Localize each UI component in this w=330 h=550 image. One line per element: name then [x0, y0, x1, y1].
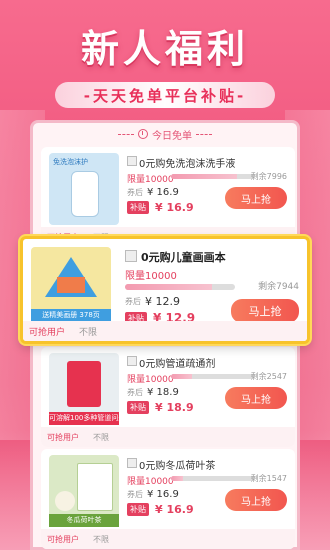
stock-progress-bar — [125, 284, 235, 290]
stock-progress-fill — [171, 374, 192, 379]
stock-progress-bar — [171, 374, 253, 379]
stock-progress-fill — [171, 174, 237, 179]
coupon-label: 券后 — [127, 490, 143, 499]
card-footer: 可抢用户 不限 — [23, 321, 307, 341]
stock-progress-fill — [171, 476, 184, 481]
coupon-row: 券后 ¥ 18.9 — [127, 387, 179, 398]
product-stock: 剩余7944 — [258, 282, 299, 292]
coupon-row: 券后 ¥ 12.9 — [125, 295, 180, 308]
tea-cup-icon — [55, 491, 75, 511]
tea-box-icon — [77, 463, 113, 511]
header-dash-right — [196, 133, 212, 135]
product-title: 0元购管道疏通剂 — [139, 359, 216, 370]
product-stock: 剩余7996 — [250, 172, 287, 181]
coupon-price: ¥ 16.9 — [147, 187, 179, 198]
product-checkbox[interactable] — [127, 156, 137, 166]
stock-progress-bar — [171, 174, 253, 179]
eligible-users-value: 不限 — [79, 327, 98, 338]
product-stock: 剩余2547 — [250, 372, 287, 381]
coupon-row: 券后 ¥ 16.9 — [127, 489, 179, 500]
coupon-row: 券后 ¥ 16.9 — [127, 187, 179, 198]
coupon-price: ¥ 12.9 — [145, 295, 180, 308]
grab-now-button[interactable]: 马上抢 — [225, 187, 287, 209]
bottle-icon — [71, 171, 99, 217]
product-title: 0元购冬瓜荷叶茶 — [139, 461, 216, 472]
grab-now-button[interactable]: 马上抢 — [225, 387, 287, 409]
subsidy-price: ¥ 16.9 — [155, 201, 194, 214]
stock-progress-fill — [125, 284, 212, 290]
product-limit: 限量10000 — [127, 477, 174, 487]
product-image: 可溶解100多种管道问题 — [49, 353, 119, 425]
subsidy-tag: 补贴 — [127, 401, 149, 414]
coupon-price: ¥ 18.9 — [147, 387, 179, 398]
subsidy-row: 补贴 ¥ 18.9 — [127, 401, 194, 414]
featured-product-card[interactable]: 送精美画册 378页 0元购儿童画画本 限量10000 剩余7944 券后 ¥ … — [20, 236, 310, 344]
panel-header-title: 今日免单 — [152, 130, 192, 142]
eligible-users-value: 不限 — [93, 534, 109, 544]
product-image: 免洗泡沫护 — [49, 153, 119, 225]
product-checkbox[interactable] — [125, 250, 137, 262]
product-title: 0元购免洗泡沫洗手液 — [139, 159, 236, 170]
eligible-users-label: 可抢用户 — [47, 432, 79, 442]
eligible-users-label: 可抢用户 — [47, 534, 79, 544]
card-footer: 可抢用户 不限 — [41, 529, 295, 549]
coupon-label: 券后 — [127, 388, 143, 397]
clock-icon — [138, 129, 148, 139]
product-card[interactable]: 免洗泡沫护 0元购免洗泡沫洗手液 限量10000 剩余7996 券后 ¥ 16.… — [41, 147, 295, 247]
product-limit: 限量10000 — [127, 375, 174, 385]
stock-progress-bar — [171, 476, 253, 481]
header-dash-left — [118, 133, 134, 135]
product-card[interactable]: 可溶解100多种管道问题 0元购管道疏通剂 限量10000 剩余2547 券后 … — [41, 347, 295, 447]
product-checkbox[interactable] — [127, 458, 137, 468]
drawing-block-icon — [57, 277, 85, 293]
hero-subtitle-bar: -天天免单平台补贴- — [55, 82, 275, 108]
coupon-price: ¥ 16.9 — [147, 489, 179, 500]
card-footer: 可抢用户 不限 — [41, 427, 295, 447]
hero-title: 新人福利 — [80, 27, 249, 71]
subsidy-row: 补贴 ¥ 16.9 — [127, 201, 194, 214]
eligible-users-label: 可抢用户 — [29, 327, 66, 338]
product-image-label: 免洗泡沫护 — [53, 158, 88, 166]
product-box-icon — [67, 361, 101, 407]
product-limit: 限量10000 — [127, 175, 174, 185]
product-checkbox[interactable] — [127, 356, 137, 366]
eligible-users-value: 不限 — [93, 432, 109, 442]
subsidy-tag: 补贴 — [127, 201, 149, 214]
product-stock: 剩余1547 — [250, 474, 287, 483]
product-image-ribbon: 冬瓜荷叶茶 — [49, 514, 119, 527]
coupon-label: 券后 — [127, 188, 143, 197]
grab-now-button[interactable]: 马上抢 — [225, 489, 287, 511]
product-limit: 限量10000 — [125, 271, 177, 282]
subsidy-tag: 补贴 — [127, 503, 149, 516]
subsidy-row: 补贴 ¥ 16.9 — [127, 503, 194, 516]
subsidy-price: ¥ 18.9 — [155, 401, 194, 414]
product-image-ribbon: 可溶解100多种管道问题 — [49, 412, 119, 425]
panel-header: 今日免单 — [33, 123, 297, 145]
product-image: 送精美画册 378页 — [31, 247, 111, 322]
product-title: 0元购儿童画画本 — [141, 251, 226, 264]
product-card[interactable]: 冬瓜荷叶茶 0元购冬瓜荷叶茶 限量10000 剩余1547 券后 ¥ 16.9 … — [41, 449, 295, 549]
coupon-label: 券后 — [125, 297, 141, 306]
grab-now-button[interactable]: 马上抢 — [231, 299, 299, 323]
subsidy-price: ¥ 16.9 — [155, 503, 194, 516]
product-image: 冬瓜荷叶茶 — [49, 455, 119, 527]
hero-subtitle: -天天免单平台补贴- — [83, 86, 247, 105]
